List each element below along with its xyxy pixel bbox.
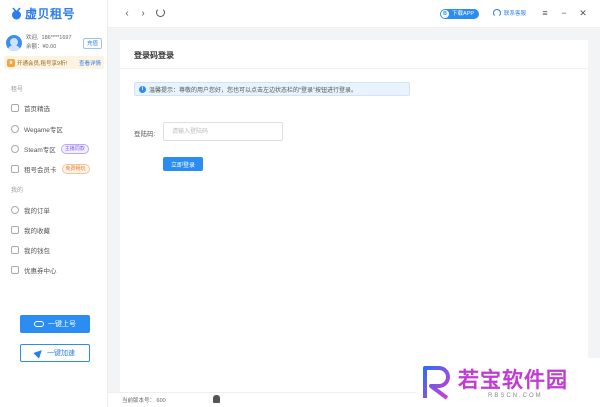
quick-login-label: 一键上号 <box>48 321 76 328</box>
sidebar-item-favorites[interactable]: 我的收藏 <box>11 224 105 236</box>
watermark-logo-icon <box>423 366 450 400</box>
login-button[interactable]: 立即登录 <box>163 157 203 171</box>
sidebar-item-label: 首页精选 <box>24 106 50 113</box>
vip-card-icon <box>11 165 19 173</box>
sidebar-item-steam[interactable]: Steam专区 主播同款 <box>11 143 105 155</box>
section-label-rent: 租号 <box>11 87 24 93</box>
wallet-icon <box>11 246 19 254</box>
watermark: 若宝软件园 RBSCN.COM <box>416 358 600 407</box>
login-code-input[interactable] <box>163 122 283 141</box>
vip-details-link[interactable]: 查看详情 <box>79 59 101 67</box>
bell-icon[interactable] <box>213 395 220 403</box>
steam-icon <box>11 145 19 153</box>
sidebar-item-label: Wegame专区 <box>24 127 63 134</box>
streamer-tag: 主播同款 <box>60 144 89 154</box>
forward-arrow-icon[interactable]: › <box>138 8 148 20</box>
notice-banner: i 温馨提示：尊敬的用户您好，您也可以点击左边状态栏的“登录”按钮进行登录。 <box>134 82 410 96</box>
wegame-icon <box>11 125 19 133</box>
top-bar: ‹ › B 下载APP 联系客服 ≡ − ✕ <box>108 0 600 28</box>
sidebar-item-label: 我的钱包 <box>24 248 50 255</box>
info-icon: i <box>139 85 146 93</box>
app-logo[interactable]: 虚贝租号 <box>11 6 76 21</box>
avatar[interactable] <box>6 35 22 51</box>
welcome-text: 欢迎, <box>26 35 39 41</box>
sidebar-item-label: 优惠券中心 <box>24 268 57 275</box>
sidebar: 虚贝租号 欢迎, 186****1697 余额：¥0.00 充值 ♛ 开通会员,租… <box>0 0 108 407</box>
section-label-mine: 我的 <box>11 188 24 194</box>
logo-icon <box>12 6 21 19</box>
minimize-icon[interactable]: − <box>559 8 569 18</box>
download-app-button[interactable]: B 下载APP <box>440 9 480 19</box>
login-code-label: 登陆码: <box>134 131 156 138</box>
app-badge-icon: B <box>441 10 449 18</box>
download-app-label: 下载APP <box>452 11 475 17</box>
vip-text: 开通会员,租号享9折! <box>17 60 68 67</box>
sidebar-item-label: Steam专区 <box>24 147 56 154</box>
refresh-icon[interactable] <box>156 8 165 17</box>
sidebar-item-coupons[interactable]: 优惠券中心 <box>11 264 105 276</box>
sidebar-item-wegame[interactable]: Wegame专区 <box>11 123 105 135</box>
support-label: 联系客服 <box>504 11 527 17</box>
notice-text: 温馨提示：尊敬的用户您好，您也可以点击左边状态栏的“登录”按钮进行登录。 <box>149 87 357 94</box>
sidebar-item-home[interactable]: 首页精选 <box>11 102 105 114</box>
user-profile: 欢迎, 186****1697 余额：¥0.00 充值 <box>6 33 102 53</box>
favorite-icon <box>11 226 19 234</box>
free-play-tag: 免费畅玩 <box>61 164 90 174</box>
coupon-icon <box>11 266 19 274</box>
sidebar-item-label: 租号会员卡 <box>24 167 57 174</box>
vip-icon: ♛ <box>7 58 15 67</box>
recharge-button[interactable]: 充值 <box>82 37 102 49</box>
watermark-name: 若宝软件园 <box>458 369 568 392</box>
menu-icon[interactable]: ≡ <box>540 8 550 18</box>
login-panel: 登录码登录 i 温馨提示：尊敬的用户您好，您也可以点击左边状态栏的“登录”按钮进… <box>120 40 588 392</box>
sidebar-item-wallet[interactable]: 我的钱包 <box>11 244 105 256</box>
sidebar-item-label: 我的收藏 <box>24 228 50 235</box>
quick-login-button[interactable]: 一键上号 <box>20 315 90 333</box>
headset-icon <box>493 9 501 17</box>
vip-banner[interactable]: ♛ 开通会员,租号享9折! 查看详情 <box>4 56 104 69</box>
sidebar-item-vip-card[interactable]: 租号会员卡 免费畅玩 <box>11 163 105 175</box>
sidebar-item-label: 我的订单 <box>24 208 50 215</box>
app-name: 虚贝租号 <box>25 6 76 21</box>
watermark-domain: RBSCN.COM <box>488 393 543 399</box>
gamepad-icon <box>34 321 44 327</box>
accelerate-label: 一键加速 <box>47 350 75 357</box>
order-icon <box>11 206 19 214</box>
main-content: 登录码登录 i 温馨提示：尊敬的用户您好，您也可以点击左边状态栏的“登录”按钮进… <box>108 28 600 392</box>
balance-text: 余额：¥0.00 <box>26 44 57 50</box>
support-button[interactable]: 联系客服 <box>493 9 526 17</box>
divider <box>120 68 588 69</box>
rocket-icon <box>33 347 45 359</box>
close-icon[interactable]: ✕ <box>578 8 588 18</box>
version-text: 当前版本号： 600 <box>122 398 166 404</box>
back-arrow-icon[interactable]: ‹ <box>122 8 132 20</box>
sidebar-item-orders[interactable]: 我的订单 <box>11 204 105 216</box>
accelerate-button[interactable]: 一键加速 <box>20 344 90 362</box>
page-title: 登录码登录 <box>134 51 174 60</box>
home-icon <box>11 104 19 112</box>
user-phone: 186****1697 <box>41 35 72 41</box>
